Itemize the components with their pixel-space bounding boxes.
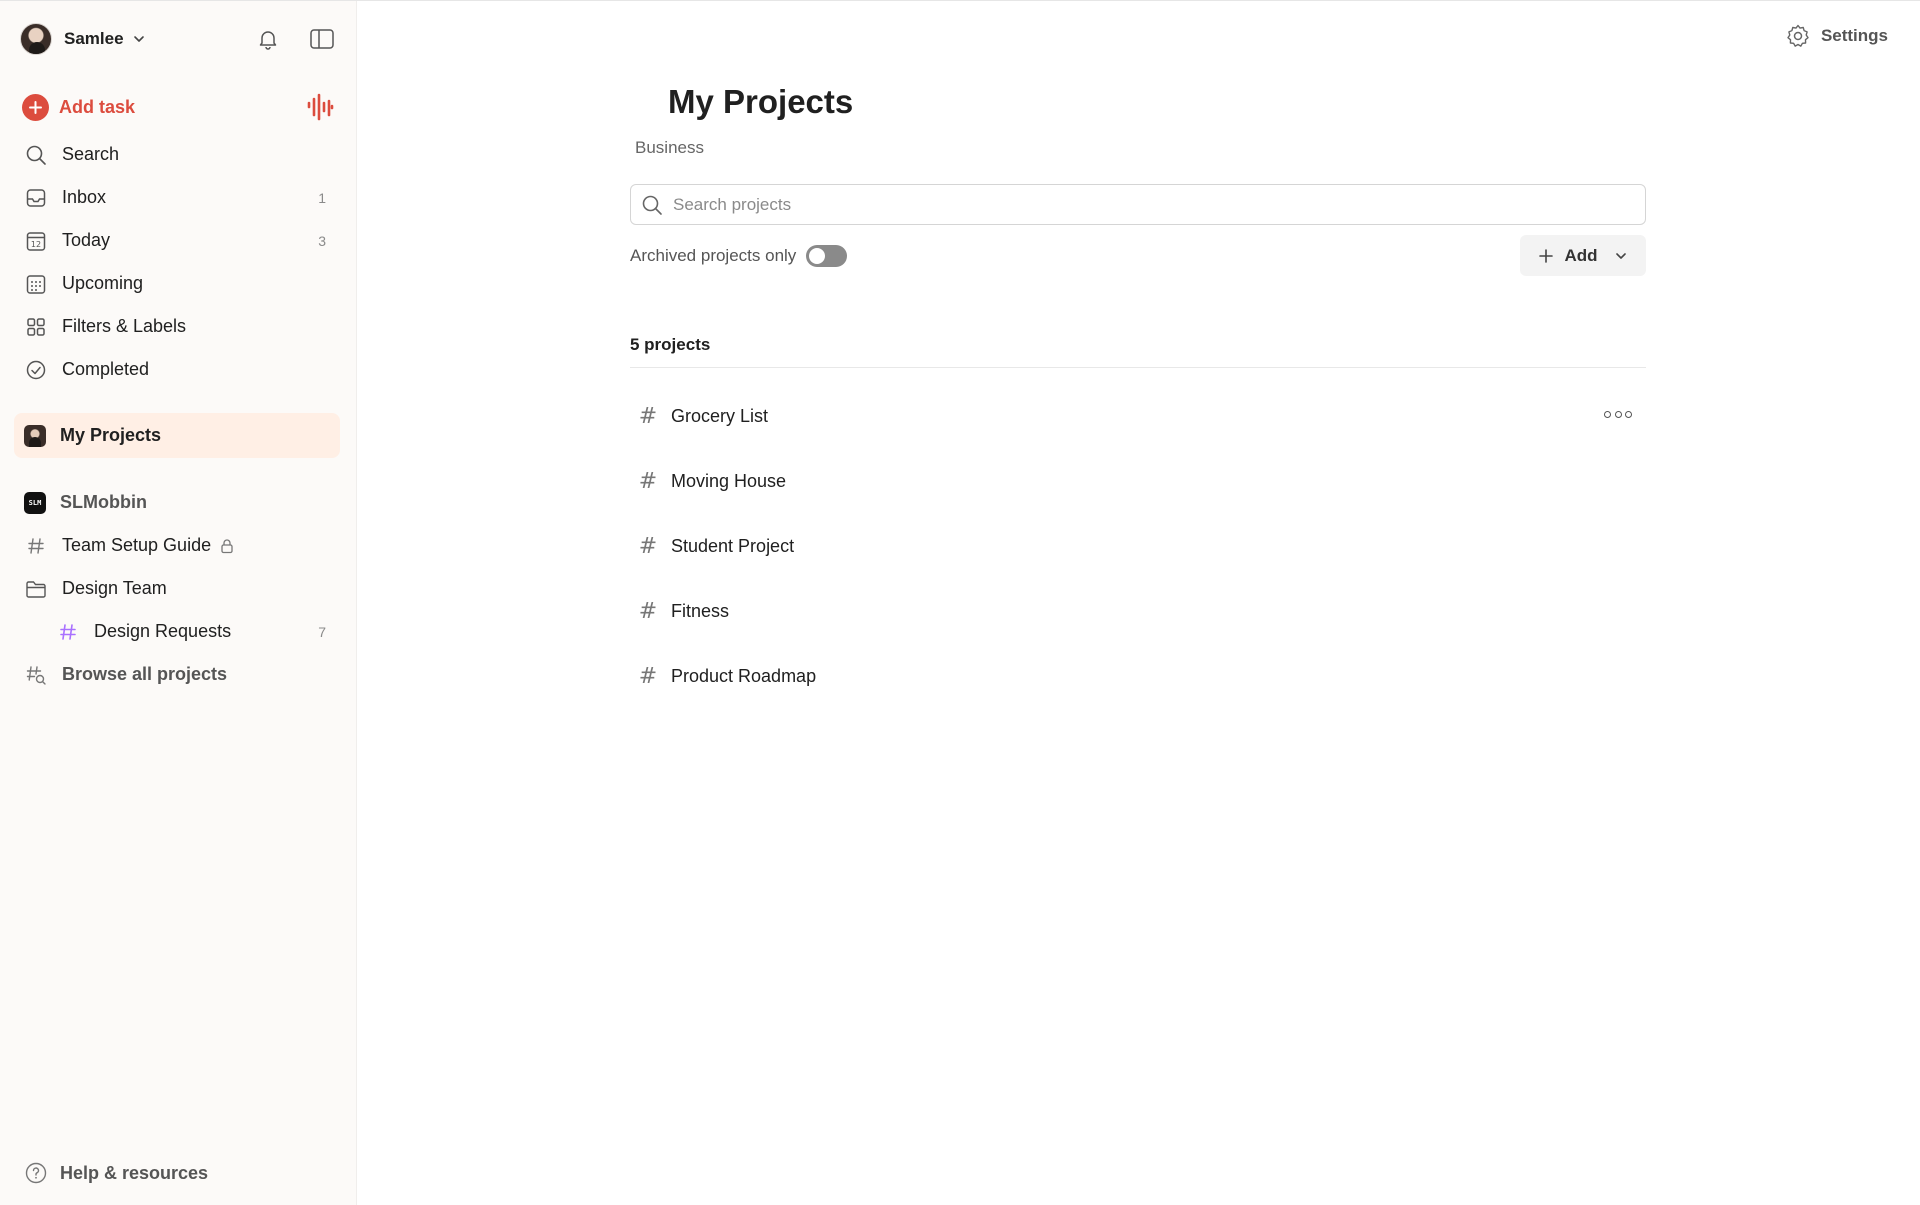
nav-completed[interactable]: Completed (14, 348, 340, 391)
add-task-label: Add task (59, 96, 136, 117)
nav-label: Design Team (62, 578, 167, 598)
settings-button[interactable]: Settings (1785, 23, 1888, 49)
hash-icon (56, 620, 80, 644)
nav-today[interactable]: 12 Today 3 (14, 219, 340, 262)
hash-icon: # (638, 469, 658, 494)
hash-icon: # (638, 664, 658, 689)
avatar (24, 424, 46, 447)
project-name: Moving House (671, 471, 787, 491)
gear-icon (1785, 23, 1811, 49)
sidebar-item-team-setup-guide[interactable]: Team Setup Guide (14, 524, 340, 567)
page-subtitle: Business (635, 138, 704, 157)
nav-label: Filters & Labels (62, 316, 187, 336)
nav-label: Completed (62, 359, 150, 379)
project-row[interactable]: # Grocery List (630, 384, 1646, 449)
nav-label: Upcoming (62, 273, 144, 293)
search-projects-box[interactable] (630, 184, 1646, 225)
team-logo: SLM (24, 491, 46, 514)
hash-icon: # (638, 599, 658, 624)
inbox-icon (24, 186, 48, 210)
hash-icon: # (638, 534, 658, 559)
svg-text:12: 12 (31, 240, 41, 249)
app-window: Samlee Add task Search Inbox 1 12 Today … (0, 0, 1920, 1205)
team-section: SLM SLMobbin Team Setup Guide Design Tea… (14, 481, 340, 696)
nav-inbox[interactable]: Inbox 1 (14, 176, 340, 219)
project-row[interactable]: # Product Roadmap (630, 644, 1646, 709)
browse-projects-icon (24, 663, 48, 687)
calendar-grid-icon (24, 272, 48, 296)
help-label: Help & resources (60, 1162, 209, 1183)
browse-all-projects-link[interactable]: Browse all projects (14, 653, 340, 696)
nav-label: Design Requests (94, 621, 232, 641)
project-row[interactable]: # Fitness (630, 579, 1646, 644)
add-project-button[interactable]: Add (1520, 235, 1646, 276)
team-header[interactable]: SLM SLMobbin (14, 481, 340, 524)
project-name: Student Project (671, 536, 795, 556)
page-title: My Projects (668, 83, 854, 120)
project-row[interactable]: # Moving House (630, 449, 1646, 514)
team-name: SLMobbin (60, 492, 147, 512)
nav-label: Search (62, 144, 120, 164)
hash-icon (24, 534, 48, 558)
nav-label: Inbox (62, 187, 107, 207)
nav-filters-labels[interactable]: Filters & Labels (14, 305, 340, 348)
chevron-down-icon[interactable] (132, 32, 146, 46)
my-projects-label: My Projects (60, 425, 162, 445)
inbox-count: 1 (318, 189, 326, 206)
project-name: Fitness (671, 601, 730, 621)
archived-filter: Archived projects only (630, 243, 848, 269)
project-row[interactable]: # Student Project (630, 514, 1646, 579)
design-requests-count: 7 (318, 623, 326, 640)
projects-count: 5 projects (630, 335, 1646, 368)
ramble-wave-icon[interactable] (306, 91, 334, 121)
calendar-today-icon: 12 (24, 229, 48, 253)
nav-search[interactable]: Search (14, 133, 340, 176)
nav-label: Today (62, 230, 111, 250)
search-icon (641, 194, 663, 216)
check-circle-icon (24, 358, 48, 382)
help-circle-icon (24, 1161, 48, 1185)
sidebar-item-my-projects[interactable]: My Projects (14, 413, 340, 458)
lock-icon (219, 538, 235, 554)
help-resources-link[interactable]: Help & resources (24, 1161, 208, 1185)
search-icon (24, 143, 48, 167)
project-list: # Grocery List # Moving House # Student … (630, 384, 1646, 709)
folder-icon (24, 577, 48, 601)
project-name: Grocery List (671, 406, 769, 426)
browse-label: Browse all projects (62, 664, 228, 684)
main-nav: Search Inbox 1 12 Today 3 Upcoming Filte… (14, 133, 340, 391)
search-projects-input[interactable] (673, 194, 1573, 215)
sidebar-item-design-requests[interactable]: Design Requests 7 (14, 610, 340, 653)
hash-icon: # (638, 404, 658, 429)
nav-upcoming[interactable]: Upcoming (14, 262, 340, 305)
filters-icon (24, 315, 48, 339)
sidebar-toggle-icon[interactable] (308, 25, 336, 53)
sidebar-item-design-team[interactable]: Design Team (14, 567, 340, 610)
settings-label: Settings (1820, 26, 1888, 45)
bell-icon[interactable] (254, 25, 282, 53)
chevron-down-icon (1614, 249, 1628, 263)
plus-icon (1538, 248, 1554, 264)
today-count: 3 (318, 232, 326, 249)
archived-label: Archived projects only (630, 246, 797, 265)
add-task-button[interactable]: Add task (22, 91, 135, 123)
sidebar: Samlee Add task Search Inbox 1 12 Today … (0, 1, 357, 1205)
archived-toggle[interactable] (806, 245, 848, 267)
avatar[interactable] (20, 23, 52, 55)
more-options-icon[interactable] (1604, 404, 1632, 424)
user-name[interactable]: Samlee (64, 29, 124, 49)
add-label: Add (1564, 245, 1598, 265)
nav-label: Team Setup Guide (62, 535, 212, 555)
sidebar-header: Samlee (20, 21, 336, 57)
plus-circle-icon (22, 93, 49, 121)
project-name: Product Roadmap (671, 666, 817, 686)
